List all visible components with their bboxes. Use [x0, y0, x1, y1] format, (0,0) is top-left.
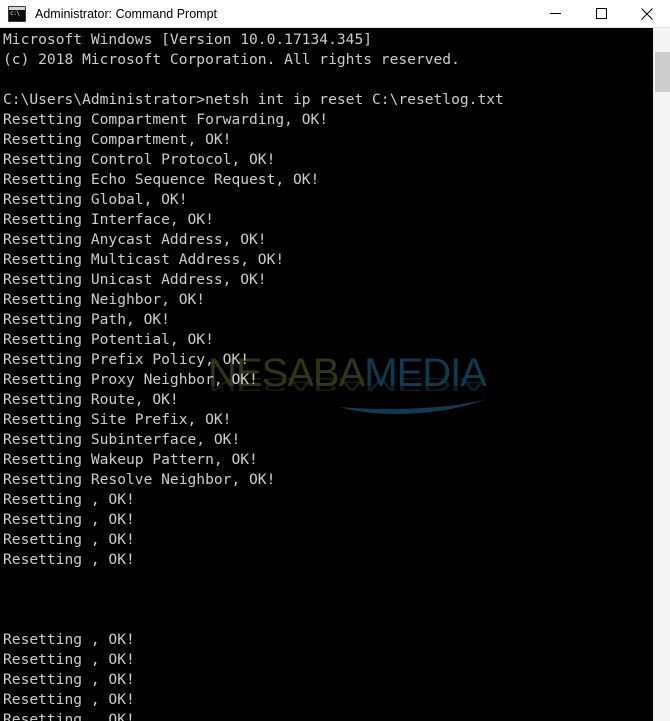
scrollbar-thumb[interactable]: [655, 52, 670, 92]
title-bar[interactable]: c:\ Administrator: Command Prompt: [0, 0, 670, 28]
close-icon: [641, 7, 653, 20]
maximize-button[interactable]: [578, 0, 624, 27]
console-text: Microsoft Windows [Version 10.0.17134.34…: [3, 31, 504, 721]
maximize-icon: [595, 8, 607, 19]
window-title: Administrator: Command Prompt: [35, 6, 218, 21]
command-prompt-icon: c:\: [8, 5, 26, 22]
console-output-area[interactable]: NESABAMEDIA NESABAMEDIA Microsoft Window…: [0, 28, 653, 721]
close-button[interactable]: [624, 0, 670, 27]
minimize-icon: [549, 13, 561, 14]
vertical-scrollbar[interactable]: [653, 28, 670, 721]
command-prompt-window: c:\ Administrator: Command Prompt NESABA…: [0, 0, 670, 721]
title-bar-left: c:\ Administrator: Command Prompt: [0, 5, 532, 22]
minimize-button[interactable]: [532, 0, 578, 27]
command-prompt-icon-glyph: c:\: [10, 9, 20, 17]
